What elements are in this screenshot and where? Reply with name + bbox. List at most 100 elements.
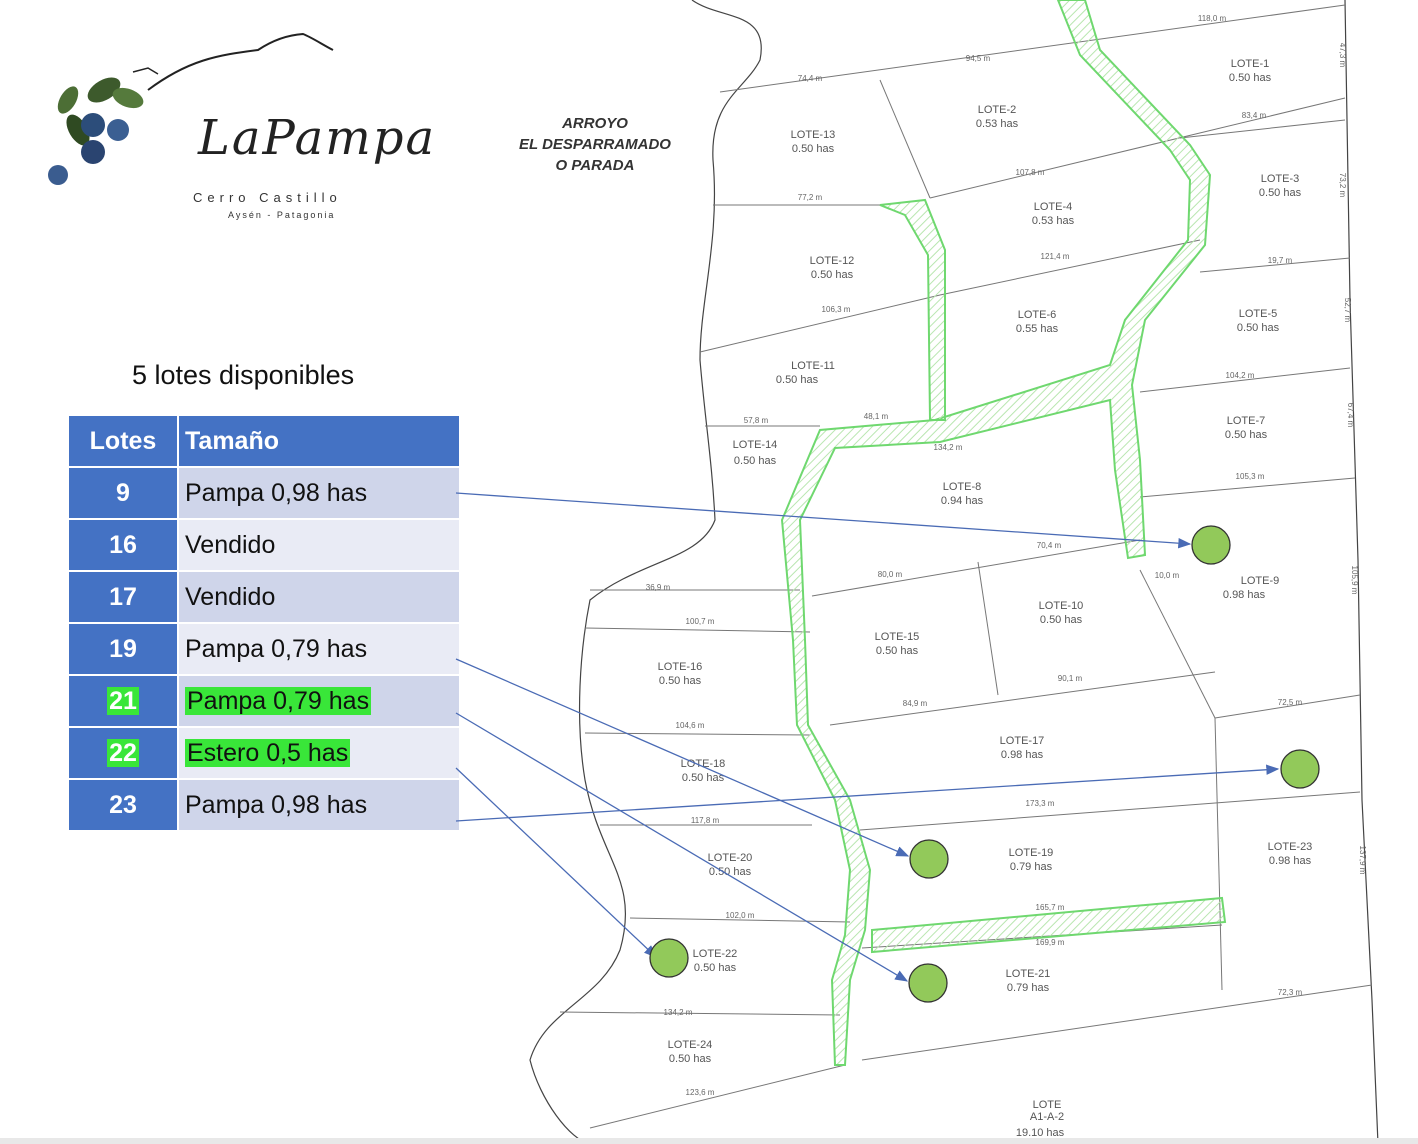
table-row: 21 Pampa 0,79 has — [67, 674, 461, 728]
lot-area: 0.50 has — [776, 374, 819, 386]
svg-text:121,4 m: 121,4 m — [1041, 252, 1070, 261]
svg-text:102,0 m: 102,0 m — [726, 911, 755, 920]
svg-text:19,7 m: 19,7 m — [1268, 256, 1293, 265]
svg-text:67,4 m: 67,4 m — [1346, 403, 1355, 428]
svg-text:73,2 m: 73,2 m — [1338, 173, 1347, 198]
lot-number: 23 — [67, 778, 179, 832]
brand-logo: LaPampa Cerro Castillo Aysén - Patagonia — [38, 30, 434, 220]
svg-text:134,2 m: 134,2 m — [664, 1008, 693, 1017]
lot-area: 0.53 has — [1032, 215, 1075, 227]
svg-text:105,3 m: 105,3 m — [1236, 472, 1265, 481]
column-header-size: Tamaño — [177, 414, 461, 468]
lot-marker-9 — [1191, 525, 1231, 565]
lot-label: LOTE-12 — [810, 255, 855, 267]
svg-text:104,2 m: 104,2 m — [1226, 371, 1255, 380]
pointer-arrow-lot-22 — [455, 767, 657, 958]
lot-number: 22 — [67, 726, 179, 780]
svg-text:77,2 m: 77,2 m — [798, 193, 823, 202]
lot-label: LOTE-3 — [1261, 173, 1300, 185]
lot-label: LOTE-20 — [708, 852, 753, 864]
svg-text:70,4 m: 70,4 m — [1037, 541, 1062, 550]
pointer-arrow-lot-9 — [455, 492, 1192, 549]
stream-label-line: ARROYO — [562, 115, 628, 132]
lot-size: Estero 0,5 has — [177, 726, 461, 780]
svg-text:107,8 m: 107,8 m — [1016, 168, 1045, 177]
lot-label: LOTE-6 — [1018, 309, 1057, 321]
lot-number: 17 — [67, 570, 179, 624]
pointer-arrow-lot-19 — [455, 658, 910, 857]
table-row: 23 Pampa 0,98 has — [67, 778, 461, 832]
table-row: 22 Estero 0,5 has — [67, 726, 461, 780]
lot-label: LOTE-16 — [658, 661, 703, 673]
svg-text:84,9 m: 84,9 m — [903, 699, 928, 708]
lot-area: 0.50 has — [876, 645, 919, 657]
svg-text:52,7 m: 52,7 m — [1343, 298, 1352, 323]
lot-label: LOTE-18 — [681, 758, 726, 770]
lot-label: LOTE-22 — [693, 948, 738, 960]
lot-area: 0.50 has — [1229, 72, 1272, 84]
lot-number: 16 — [67, 518, 179, 572]
pointer-arrow-lot-23 — [455, 764, 1280, 822]
svg-text:117,8 m: 117,8 m — [691, 816, 720, 825]
lot-area: 0.50 has — [1040, 614, 1083, 626]
lot-number: 21 — [67, 674, 179, 728]
svg-text:90,1 m: 90,1 m — [1058, 674, 1083, 683]
svg-text:80,0 m: 80,0 m — [878, 570, 903, 579]
lots-table: Lotes Tamaño 9 Pampa 0,98 has 16 Vendido… — [67, 414, 461, 832]
dimension-labels: 118,0 m 94,5 m 74,4 m 83,4 m 77,2 m 107,… — [646, 14, 1367, 1097]
lot-area: 0.50 has — [1225, 429, 1268, 441]
lot-label: LOTE-19 — [1009, 847, 1054, 859]
lot-area: 0.98 has — [1223, 589, 1266, 601]
lot-label: LOTE-4 — [1034, 201, 1073, 213]
svg-text:36,9 m: 36,9 m — [646, 583, 671, 592]
lot-label: LOTE-10 — [1039, 600, 1084, 612]
lot-area: 0.53 has — [976, 118, 1019, 130]
table-row: 9 Pampa 0,98 has — [67, 466, 461, 520]
lot-area: 0.94 has — [941, 495, 984, 507]
brand-region: Aysén - Patagonia — [228, 210, 336, 220]
lot-area: 0.50 has — [709, 866, 752, 878]
lot-area: 0.50 has — [811, 269, 854, 281]
lot-label: A1-A-2 — [1030, 1111, 1064, 1123]
table-header-row: Lotes Tamaño — [67, 414, 461, 468]
lot-size: Vendido — [177, 518, 461, 572]
svg-text:137,9 m: 137,9 m — [1358, 846, 1367, 875]
brand-subtitle: Cerro Castillo — [193, 190, 342, 205]
lot-area: 0.50 has — [1237, 322, 1280, 334]
lot-label: LOTE-24 — [668, 1039, 713, 1051]
lot-label: LOTE-2 — [978, 104, 1017, 116]
lot-labels: LOTE-1 0.50 has LOTE-2 0.53 has LOTE-3 0.50… — [658, 58, 1313, 1139]
lot-size: Pampa 0,98 has — [177, 466, 461, 520]
lot-area: 0.98 has — [1269, 855, 1312, 867]
lot-label: LOTE-17 — [1000, 735, 1045, 747]
svg-text:169,9 m: 169,9 m — [1036, 938, 1065, 947]
lot-label: LOTE-9 — [1241, 575, 1280, 587]
lot-area: 0.50 has — [682, 772, 725, 784]
svg-text:118,0 m: 118,0 m — [1198, 14, 1227, 23]
svg-text:100,7 m: 100,7 m — [686, 617, 715, 626]
lot-marker-19 — [909, 839, 949, 879]
stream-label: ARROYO EL DESPARRAMADO O PARADA — [500, 113, 690, 176]
lot-label: LOTE-11 — [791, 360, 835, 372]
svg-text:94,5 m: 94,5 m — [966, 54, 991, 63]
lot-area: 0.98 has — [1001, 749, 1044, 761]
lot-label: LOTE-8 — [943, 481, 982, 493]
brand-name: LaPampa — [198, 110, 437, 166]
lot-number: 19 — [67, 622, 179, 676]
lot-label: LOTE-14 — [733, 439, 778, 451]
lot-area: 0.50 has — [694, 962, 737, 974]
column-header-lots: Lotes — [67, 414, 179, 468]
lot-area: 0.55 has — [1016, 323, 1059, 335]
svg-text:83,4 m: 83,4 m — [1242, 111, 1267, 120]
svg-text:104,6 m: 104,6 m — [676, 721, 705, 730]
lot-number: 9 — [67, 466, 179, 520]
lot-size: Pampa 0,98 has — [177, 778, 461, 832]
lot-size: Pampa 0,79 has — [177, 674, 461, 728]
stream-label-line: O PARADA — [555, 157, 635, 174]
lot-area: 0.50 has — [734, 455, 777, 467]
table-row: 16 Vendido — [67, 518, 461, 572]
lot-area: 0.79 has — [1007, 982, 1050, 994]
lot-size: Vendido — [177, 570, 461, 624]
stream-label-line: EL DESPARRAMADO — [519, 136, 671, 153]
svg-text:134,2 m: 134,2 m — [934, 443, 963, 452]
